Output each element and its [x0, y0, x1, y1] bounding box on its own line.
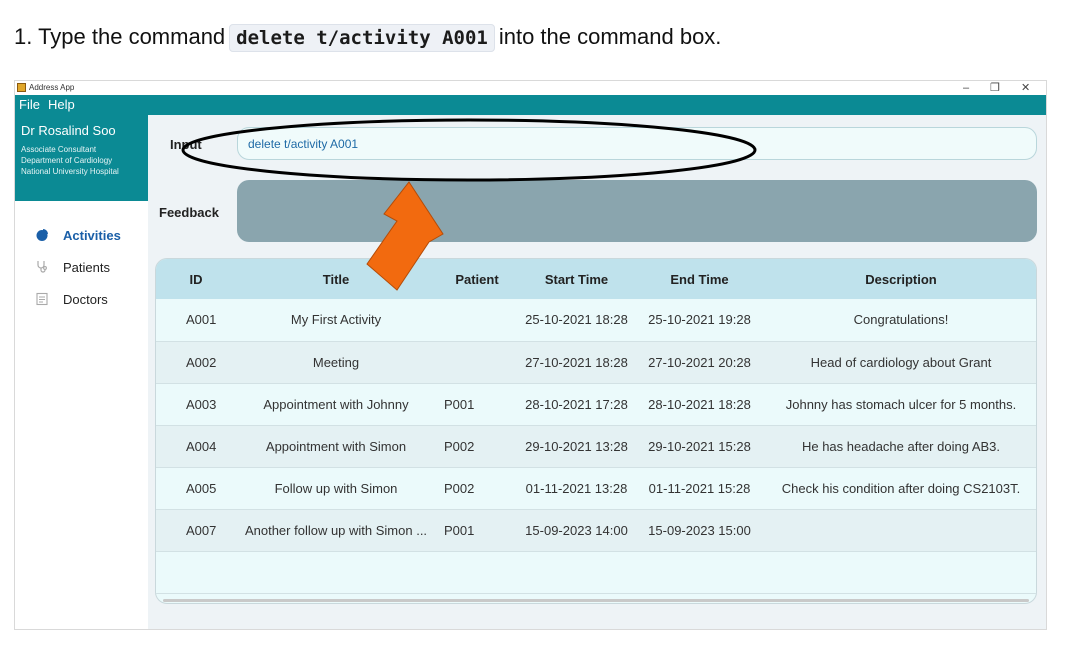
cell-end-time: 15-09-2023 15:00	[648, 522, 751, 538]
menu-help[interactable]: Help	[48, 97, 75, 112]
instruction-command: delete t/activity A001	[229, 24, 495, 52]
cell-start-time: 25-10-2021 18:28	[525, 312, 628, 328]
table-row-empty	[156, 551, 1036, 593]
column-header-end-time[interactable]: End Time	[635, 259, 764, 299]
sidebar-item-label: Patients	[63, 259, 110, 275]
table-row[interactable]: A003 Appointment with Johnny P001 28-10-…	[156, 383, 1036, 425]
cell-title: Another follow up with Simon ...	[244, 522, 428, 538]
cell-start-time: 28-10-2021 17:28	[525, 396, 628, 412]
minimize-button[interactable]: –	[963, 81, 969, 95]
command-input[interactable]	[246, 134, 1020, 154]
cell-start-time: 01-11-2021 13:28	[525, 480, 628, 496]
app-logo-icon	[17, 83, 26, 92]
feedback-box	[237, 180, 1037, 242]
table-row[interactable]: A001 My First Activity 25-10-2021 18:28 …	[156, 299, 1036, 341]
cell-id: A003	[186, 396, 217, 412]
cell-patient	[436, 299, 518, 341]
column-header-title[interactable]: Title	[236, 259, 436, 299]
activity-table: ID Title Patient Start Time End Time Des…	[155, 258, 1037, 604]
sidebar: Dr Rosalind Soo Associate Consultant Dep…	[15, 115, 148, 629]
instruction-prefix: 1. Type the command	[14, 24, 226, 49]
doctor-department: Department of Cardiology	[21, 156, 113, 165]
cell-end-time: 25-10-2021 19:28	[648, 312, 751, 328]
cell-id: A004	[186, 438, 217, 454]
maximize-button[interactable]: ❐	[990, 81, 1000, 95]
feedback-label: Feedback	[159, 205, 219, 220]
cell-id: A005	[186, 480, 217, 496]
cell-end-time: 27-10-2021 20:28	[648, 354, 751, 370]
cell-end-time: 01-11-2021 15:28	[648, 480, 751, 496]
input-label: Input	[170, 137, 202, 152]
cell-patient: P002	[444, 480, 475, 496]
clipboard-icon	[35, 292, 49, 306]
title-bar: Address App – ❐ ✕	[15, 81, 1046, 95]
pie-chart-icon	[35, 228, 49, 242]
cell-id: A002	[186, 354, 217, 370]
cell-title: Appointment with Simon	[265, 438, 407, 454]
instruction-suffix: into the command box.	[498, 24, 722, 49]
cell-description: Johnny has stomach ulcer for 5 months.	[785, 396, 1017, 412]
column-header-start-time[interactable]: Start Time	[518, 259, 635, 299]
table-row[interactable]: A004 Appointment with Simon P002 29-10-2…	[156, 425, 1036, 467]
sidebar-item-doctors[interactable]: Doctors	[35, 289, 108, 309]
sidebar-item-label: Activities	[63, 227, 121, 243]
cell-description: He has headache after doing AB3.	[801, 438, 1001, 454]
column-header-patient[interactable]: Patient	[436, 259, 518, 299]
window-title: Address App	[29, 83, 75, 92]
table-row[interactable]: A005 Follow up with Simon P002 01-11-202…	[156, 467, 1036, 509]
cell-description: Congratulations!	[853, 312, 949, 328]
doctor-name: Dr Rosalind Soo	[21, 123, 116, 138]
sidebar-item-patients[interactable]: Patients	[35, 257, 110, 277]
table-row[interactable]: A002 Meeting 27-10-2021 18:28 27-10-2021…	[156, 341, 1036, 383]
cell-patient: P001	[444, 396, 475, 412]
sidebar-item-activities[interactable]: Activities	[35, 225, 121, 245]
cell-end-time: 29-10-2021 15:28	[648, 438, 751, 454]
cell-end-time: 28-10-2021 18:28	[648, 396, 751, 412]
cell-start-time: 29-10-2021 13:28	[525, 438, 628, 454]
column-header-description[interactable]: Description	[764, 259, 1036, 299]
scrollbar-thumb[interactable]	[163, 599, 1029, 602]
cell-patient	[436, 341, 518, 383]
cell-title: Appointment with Johnny	[263, 396, 409, 412]
doctor-title: Associate Consultant	[21, 145, 97, 154]
horizontal-scrollbar[interactable]	[155, 596, 1037, 604]
cell-title: Meeting	[312, 354, 360, 370]
stethoscope-icon	[35, 260, 49, 274]
command-box[interactable]	[237, 127, 1037, 160]
instruction-text: 1. Type the command delete t/activity A00…	[14, 24, 722, 52]
cell-description: Check his condition after doing CS2103T.	[781, 480, 1021, 496]
cell-id: A001	[186, 312, 217, 328]
doctor-hospital: National University Hospital	[21, 167, 119, 176]
cell-start-time: 27-10-2021 18:28	[525, 354, 628, 370]
close-button[interactable]: ✕	[1021, 81, 1030, 95]
column-header-id[interactable]: ID	[156, 259, 236, 299]
cell-description: Head of cardiology about Grant	[810, 354, 992, 370]
cell-id: A007	[186, 522, 217, 538]
profile-panel: Dr Rosalind Soo Associate Consultant Dep…	[15, 115, 148, 201]
table-header: ID Title Patient Start Time End Time Des…	[156, 259, 1036, 299]
cell-patient: P002	[444, 438, 475, 454]
cell-description	[764, 509, 1036, 551]
sidebar-item-label: Doctors	[63, 291, 108, 307]
table-row[interactable]: A007 Another follow up with Simon ... P0…	[156, 509, 1036, 551]
menu-file[interactable]: File	[19, 97, 40, 112]
cell-title: My First Activity	[290, 312, 382, 328]
cell-patient: P001	[444, 522, 475, 538]
cell-start-time: 15-09-2023 14:00	[525, 522, 628, 538]
menu-bar: File Help	[15, 95, 1046, 115]
cell-title: Follow up with Simon	[274, 480, 398, 496]
